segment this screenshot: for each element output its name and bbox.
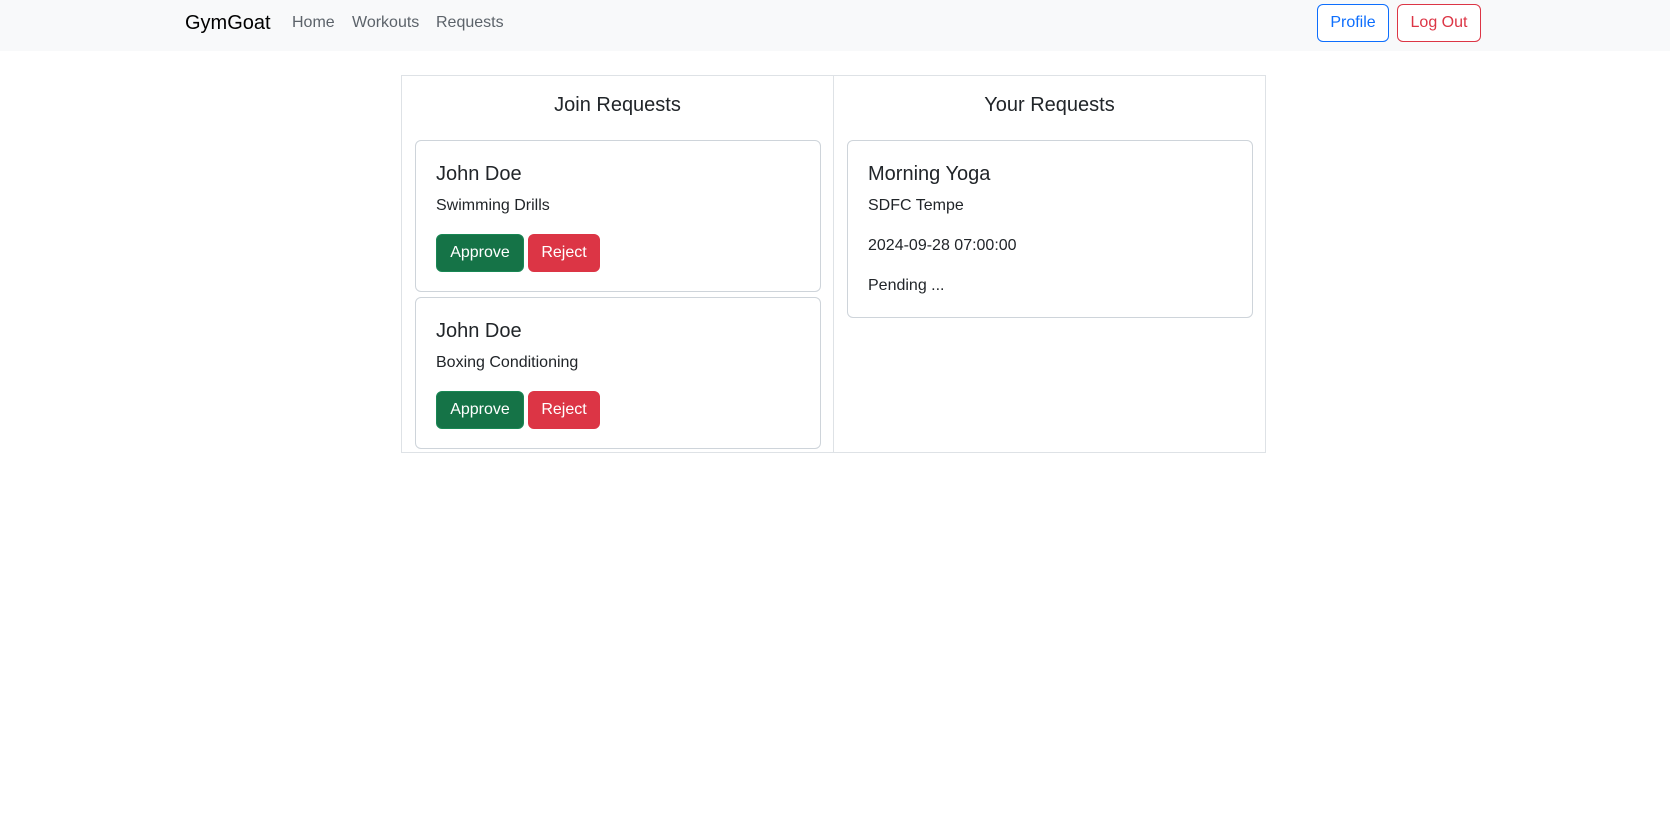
your-request-card: Morning Yoga SDFC Tempe 2024-09-28 07:00… <box>847 140 1253 318</box>
nav-link-requests[interactable]: Requests <box>436 12 504 34</box>
requester-name: John Doe <box>436 163 522 185</box>
join-requests-title: Join Requests <box>554 94 681 116</box>
workout-location: SDFC Tempe <box>868 197 964 214</box>
nav-link-home[interactable]: Home <box>292 12 335 34</box>
join-request-card: John Doe Swimming Drills Approve Reject <box>415 140 821 292</box>
your-requests-panel: Your Requests Morning Yoga SDFC Tempe 20… <box>833 75 1266 453</box>
approve-button[interactable]: Approve <box>436 234 524 272</box>
your-requests-title: Your Requests <box>984 94 1115 116</box>
top-navbar: GymGoat Home Workouts Requests Profile L… <box>0 0 1670 51</box>
workout-name: Swimming Drills <box>436 197 550 214</box>
brand-logo-link[interactable]: GymGoat <box>185 10 271 36</box>
workout-datetime: 2024-09-28 07:00:00 <box>868 237 1017 254</box>
reject-button[interactable]: Reject <box>528 391 600 429</box>
profile-button[interactable]: Profile <box>1317 4 1389 42</box>
requester-name: John Doe <box>436 320 522 342</box>
approve-button[interactable]: Approve <box>436 391 524 429</box>
reject-button[interactable]: Reject <box>528 234 600 272</box>
join-request-card: John Doe Boxing Conditioning Approve Rej… <box>415 297 821 449</box>
request-status: Pending ... <box>868 277 945 294</box>
join-requests-panel: Join Requests John Doe Swimming Drills A… <box>401 75 834 453</box>
logout-button[interactable]: Log Out <box>1397 4 1481 42</box>
workout-name: Boxing Conditioning <box>436 354 579 371</box>
workout-title: Morning Yoga <box>868 163 991 185</box>
nav-link-workouts[interactable]: Workouts <box>352 12 419 34</box>
